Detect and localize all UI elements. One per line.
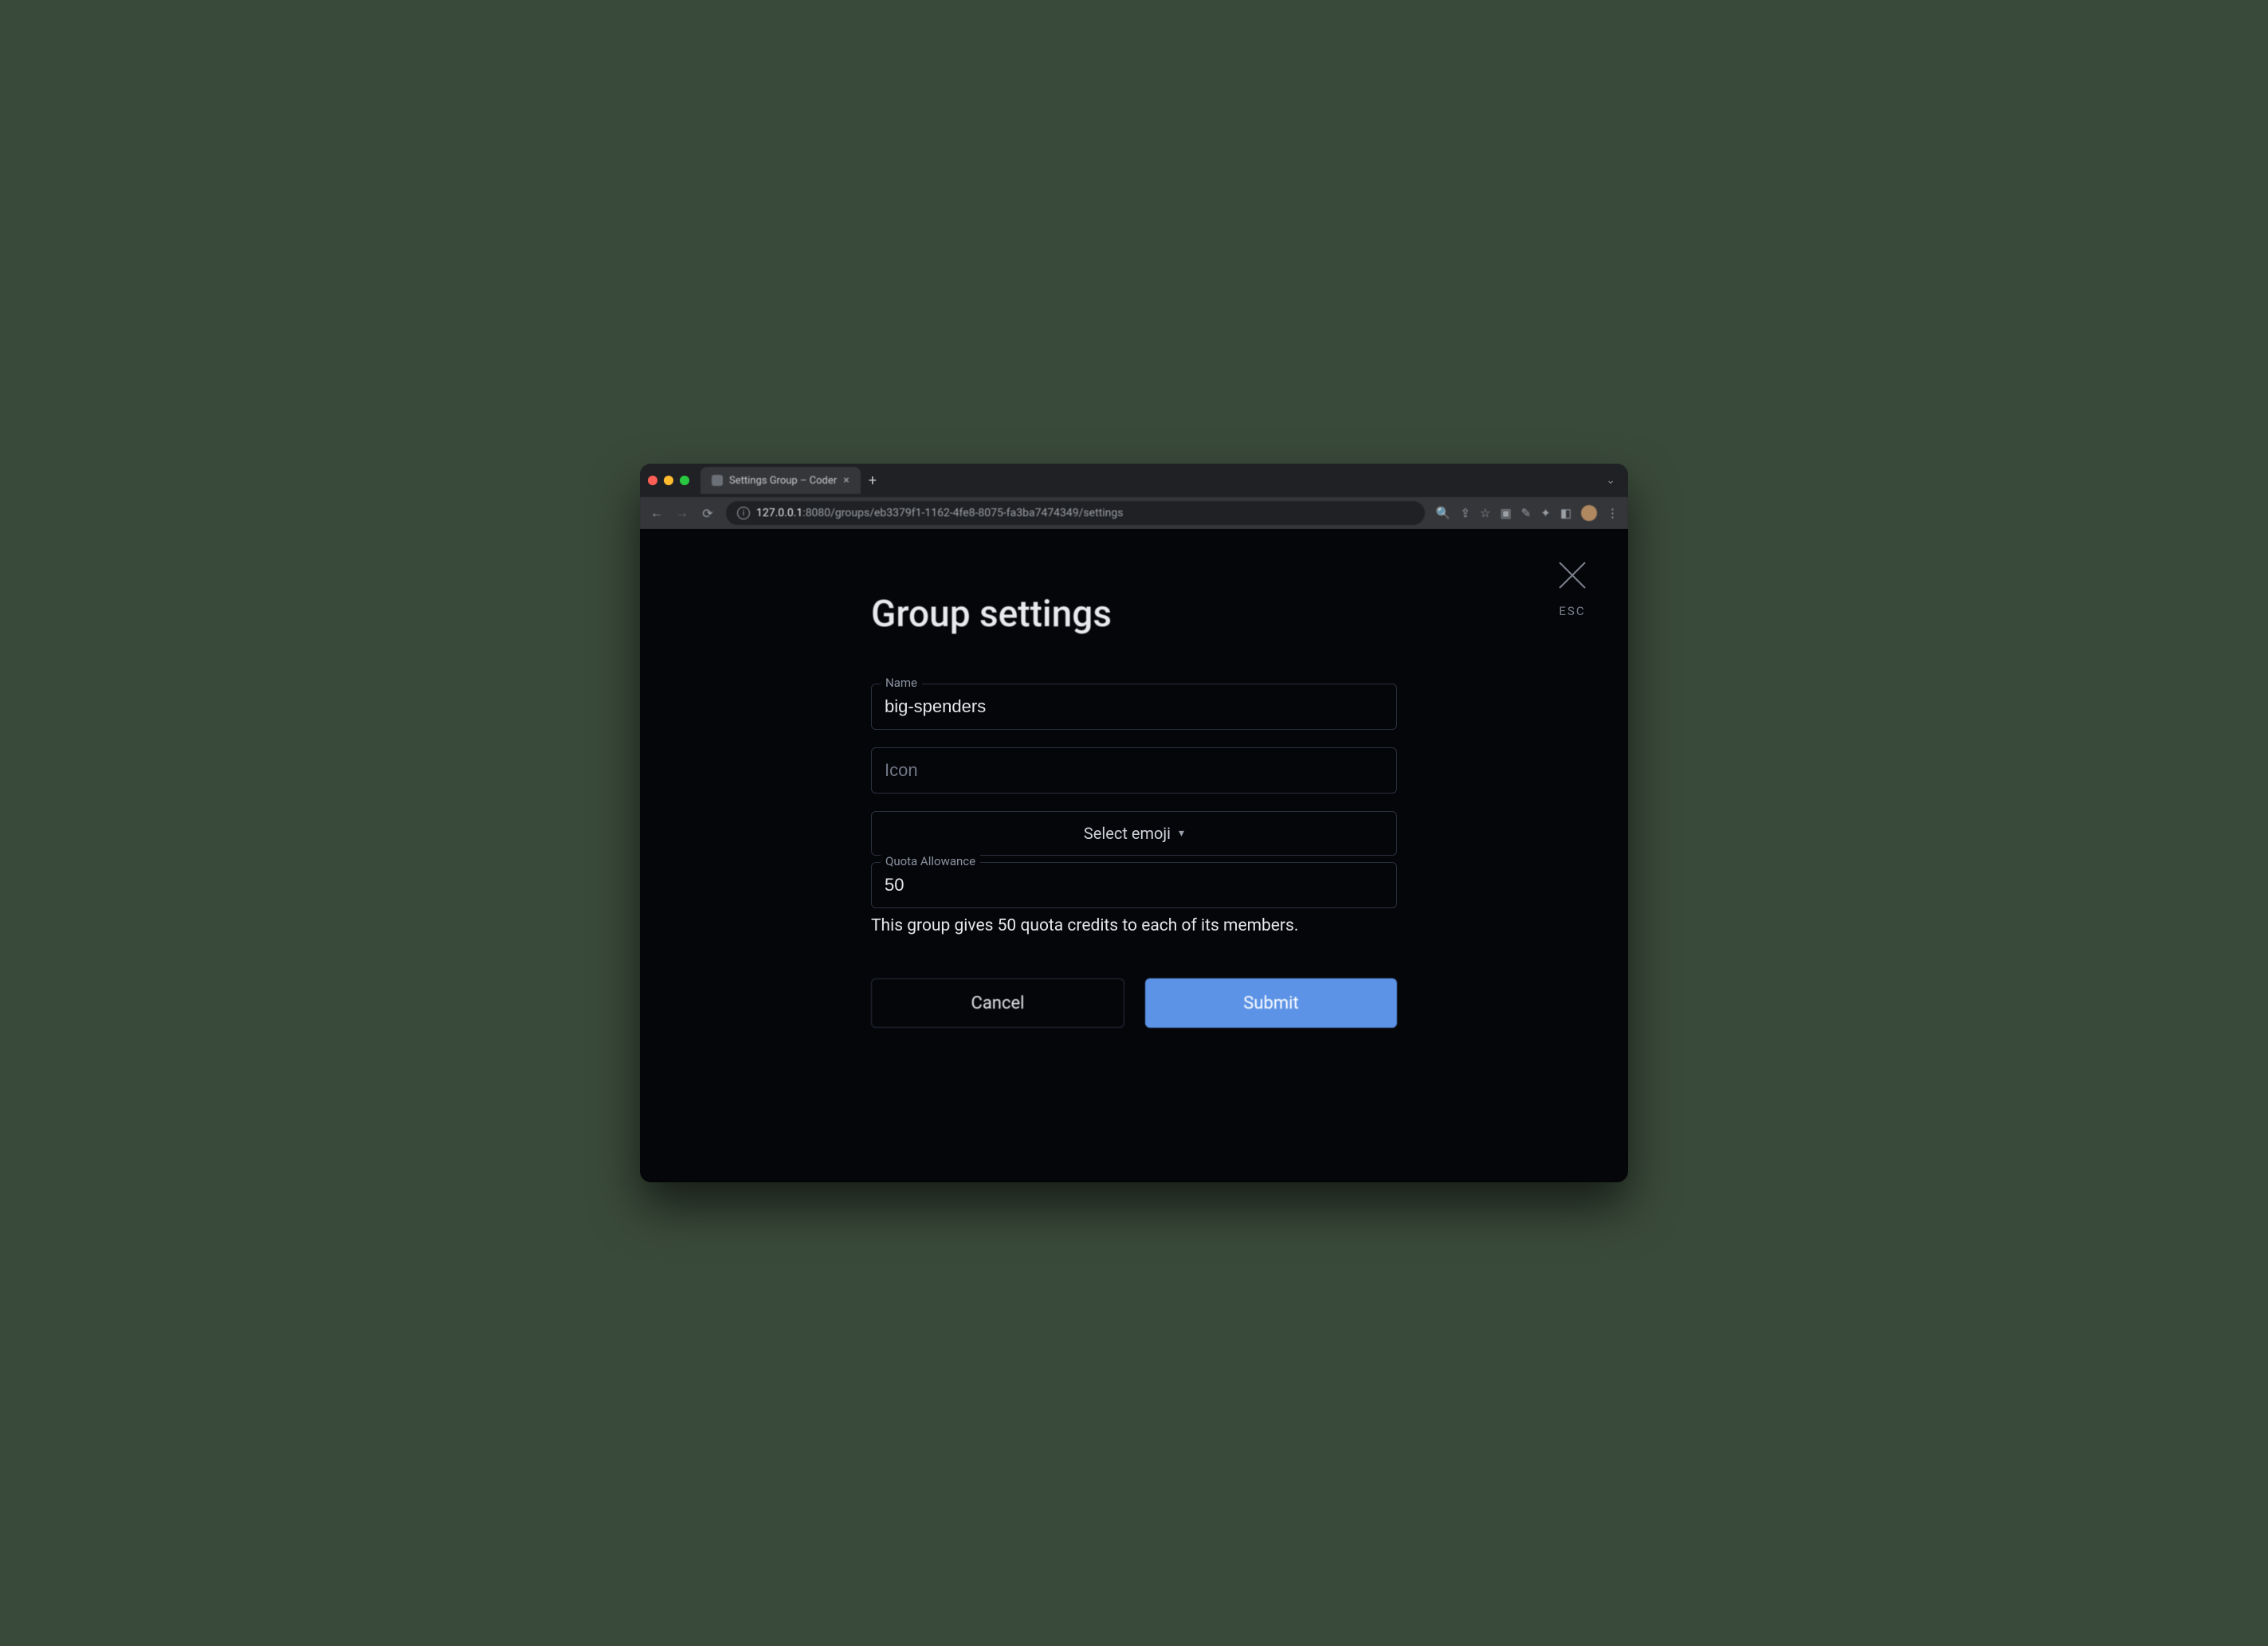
quota-field: Quota Allowance bbox=[871, 862, 1397, 908]
submit-label: Submit bbox=[1243, 993, 1298, 1013]
back-icon[interactable]: ← bbox=[649, 505, 664, 521]
reload-icon[interactable]: ⟳ bbox=[700, 506, 715, 521]
extensions-icon[interactable]: ✦ bbox=[1540, 506, 1551, 520]
icon-input[interactable] bbox=[871, 747, 1397, 794]
page-title: Group settings bbox=[871, 593, 1397, 636]
esc-label: ESC bbox=[1559, 604, 1585, 618]
name-field: Name bbox=[871, 684, 1397, 730]
name-input[interactable] bbox=[871, 684, 1397, 730]
pen-icon[interactable]: ✎ bbox=[1521, 506, 1532, 520]
tab-close-icon[interactable]: × bbox=[843, 474, 849, 487]
maximize-window-icon[interactable] bbox=[680, 476, 689, 485]
close-icon bbox=[1555, 558, 1590, 593]
page: ESC Group settings Name Select emoji ▾ Q… bbox=[640, 529, 1628, 1182]
favicon-icon bbox=[712, 475, 723, 486]
quota-input[interactable] bbox=[871, 862, 1397, 908]
form: Group settings Name Select emoji ▾ Quota… bbox=[871, 593, 1397, 1028]
select-emoji-label: Select emoji bbox=[1084, 824, 1171, 843]
address-bar[interactable]: i 127.0.0.1:8080/groups/eb3379f1-1162-4f… bbox=[726, 501, 1425, 525]
tabs-overflow-icon[interactable]: ⌄ bbox=[1601, 474, 1620, 487]
select-emoji-button[interactable]: Select emoji ▾ bbox=[871, 811, 1397, 856]
cancel-button[interactable]: Cancel bbox=[871, 978, 1124, 1028]
tab-title: Settings Group – Coder bbox=[729, 475, 837, 487]
window-icon[interactable]: ◧ bbox=[1560, 506, 1572, 520]
quota-helper-text: This group gives 50 quota credits to eac… bbox=[871, 916, 1397, 935]
menu-icon[interactable]: ⋮ bbox=[1607, 506, 1619, 520]
profile-avatar[interactable] bbox=[1581, 505, 1597, 521]
url-path: :8080/groups/eb3379f1-1162-4fe8-8075-fa3… bbox=[802, 507, 1123, 519]
tab-strip: Settings Group – Coder × + ⌄ bbox=[640, 464, 1628, 497]
forward-icon[interactable]: → bbox=[675, 505, 689, 521]
name-label: Name bbox=[881, 676, 922, 690]
bookmark-icon[interactable]: ☆ bbox=[1480, 506, 1490, 520]
browser-window: Settings Group – Coder × + ⌄ ← → ⟳ i 127… bbox=[640, 464, 1628, 1182]
new-tab-button[interactable]: + bbox=[861, 472, 885, 489]
site-info-icon[interactable]: i bbox=[737, 507, 750, 519]
search-icon[interactable]: 🔍 bbox=[1436, 506, 1451, 520]
close-dialog[interactable]: ESC bbox=[1555, 558, 1590, 618]
minimize-window-icon[interactable] bbox=[664, 476, 673, 485]
form-actions: Cancel Submit bbox=[871, 978, 1397, 1028]
toolbar: ← → ⟳ i 127.0.0.1:8080/groups/eb3379f1-1… bbox=[640, 497, 1628, 529]
chevron-down-icon: ▾ bbox=[1179, 827, 1184, 840]
quota-label: Quota Allowance bbox=[881, 854, 980, 868]
browser-tab[interactable]: Settings Group – Coder × bbox=[700, 467, 861, 494]
cancel-label: Cancel bbox=[971, 993, 1025, 1013]
close-window-icon[interactable] bbox=[648, 476, 657, 485]
panel-icon[interactable]: ▣ bbox=[1500, 506, 1511, 520]
toolbar-right: 🔍 ⇪ ☆ ▣ ✎ ✦ ◧ ⋮ bbox=[1436, 505, 1619, 521]
icon-field bbox=[871, 747, 1397, 794]
url-host: 127.0.0.1 bbox=[756, 507, 802, 519]
window-controls bbox=[648, 476, 689, 485]
submit-button[interactable]: Submit bbox=[1145, 978, 1397, 1028]
share-icon[interactable]: ⇪ bbox=[1460, 506, 1470, 520]
